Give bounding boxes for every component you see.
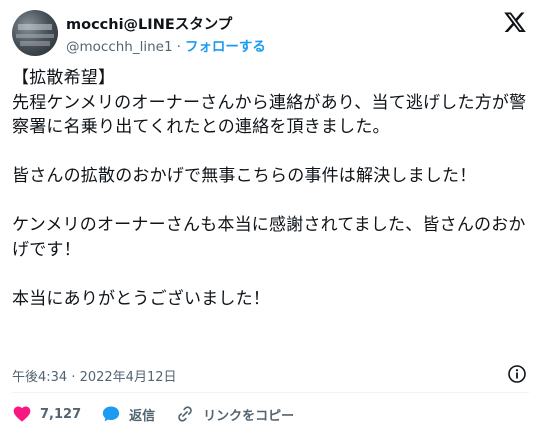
avatar[interactable] — [12, 10, 58, 56]
reply-label: 返信 — [129, 408, 156, 424]
avatar-detail — [20, 41, 50, 46]
tweet-text: 【拡散希望】 先程ケンメリのオーナーさんから連絡があり、当て逃げした方が警察署に… — [12, 68, 527, 309]
tweet-card: mocchi@LINEスタンプ @mocchh_line1 · フォローする 【拡散… — [0, 0, 541, 428]
user-handle[interactable]: @mocchh_line1 — [66, 39, 173, 55]
copy-link-button[interactable]: リンクをコピー — [175, 404, 294, 424]
tweet-timestamp[interactable]: 午後4:34 · 2022年4月12日 — [12, 366, 177, 385]
info-icon[interactable] — [507, 364, 527, 384]
x-logo-icon[interactable] — [503, 10, 527, 34]
user-handle-row: @mocchh_line1 · フォローする — [66, 35, 266, 55]
reply-button[interactable]: 返信 — [101, 404, 155, 424]
heart-icon — [13, 406, 31, 422]
avatar-detail — [16, 34, 54, 38]
link-icon — [178, 406, 192, 422]
follow-button[interactable]: フォローする — [185, 39, 266, 55]
like-count: 7,127 — [40, 406, 82, 422]
separator-dot: · — [176, 39, 181, 55]
speech-bubble-icon — [102, 406, 120, 422]
avatar-detail — [18, 24, 52, 30]
user-display-name[interactable]: mocchi@LINEスタンプ — [66, 13, 232, 34]
like-button[interactable]: 7,127 — [12, 404, 81, 424]
copy-link-label: リンクをコピー — [203, 408, 295, 424]
action-bar: 7,127 返信 リンクをコピー — [12, 403, 314, 425]
divider — [12, 392, 529, 393]
